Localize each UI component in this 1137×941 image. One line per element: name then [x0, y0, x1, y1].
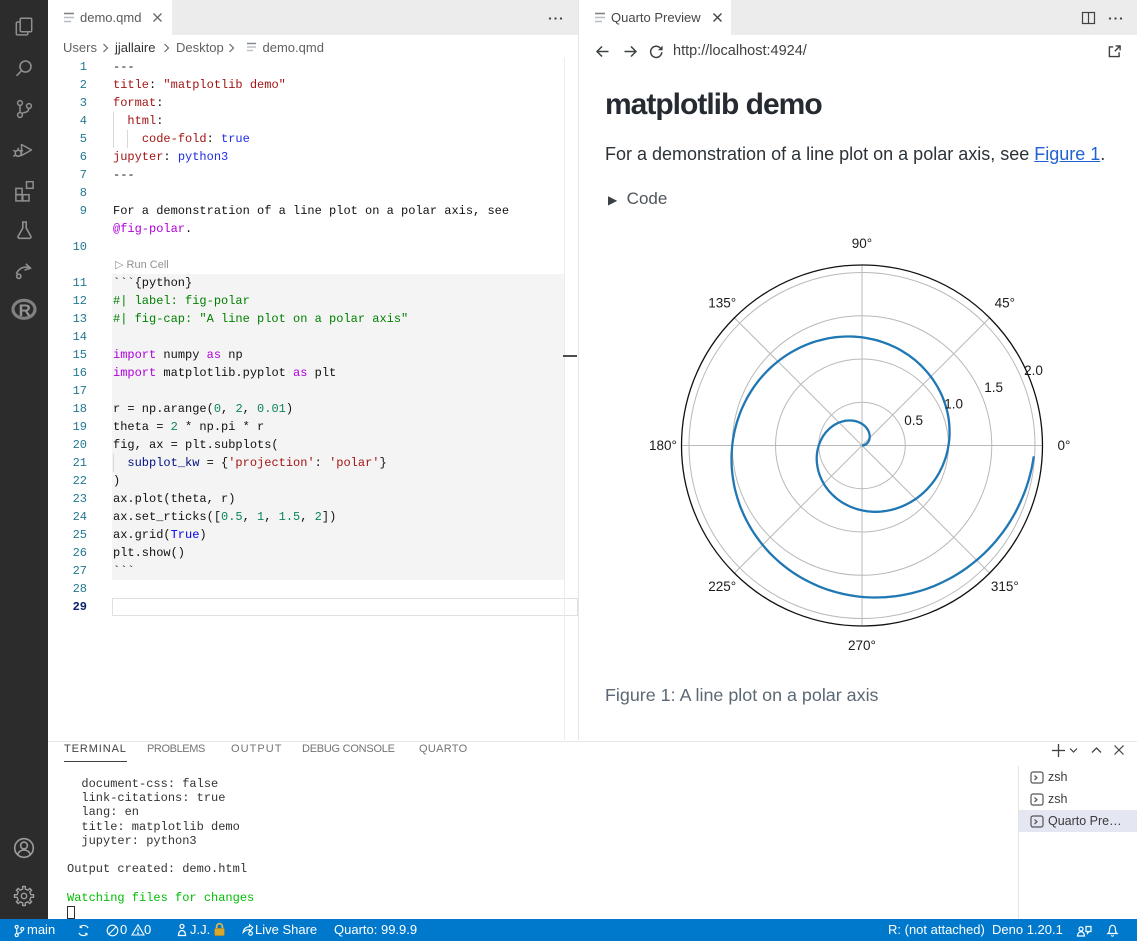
svg-text:90°: 90°: [852, 236, 872, 251]
svg-text:270°: 270°: [848, 638, 876, 653]
svg-text:R: R: [19, 301, 31, 320]
svg-text:1.5: 1.5: [984, 380, 1003, 395]
svg-text:135°: 135°: [708, 295, 736, 310]
svg-text:225°: 225°: [708, 579, 736, 594]
svg-text:180°: 180°: [649, 438, 677, 453]
svg-text:0.5: 0.5: [904, 413, 923, 428]
svg-text:2.0: 2.0: [1024, 363, 1043, 378]
svg-text:0°: 0°: [1058, 438, 1071, 453]
svg-text:1.0: 1.0: [944, 396, 963, 411]
svg-text:315°: 315°: [991, 579, 1019, 594]
svg-text:45°: 45°: [995, 295, 1015, 310]
